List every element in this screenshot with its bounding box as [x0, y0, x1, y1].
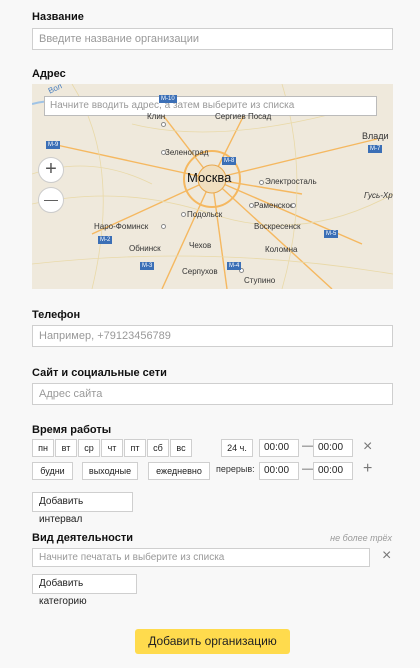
day-thu-button[interactable]: чт	[101, 439, 123, 457]
map-city: Электросталь	[265, 177, 317, 186]
break-label: перерыв:	[216, 464, 255, 474]
time-dash: —	[302, 440, 313, 452]
map-city-dot	[161, 224, 166, 229]
add-break-icon[interactable]: +	[363, 460, 372, 478]
zoom-out-button[interactable]: —	[38, 187, 64, 213]
site-input[interactable]: Адрес сайта	[32, 383, 393, 405]
day-sun-button[interactable]: вс	[170, 439, 192, 457]
site-label: Сайт и социальные сети	[32, 367, 167, 379]
add-interval-button[interactable]: Добавить интервал	[32, 492, 133, 525]
map-city: Раменское	[254, 201, 295, 210]
road-shield: М-4	[227, 262, 242, 270]
map-city-dot	[259, 180, 264, 185]
day-sat-button[interactable]: сб	[147, 439, 169, 457]
zoom-in-button[interactable]: +	[38, 157, 64, 183]
road-shield: М-5	[324, 230, 339, 238]
address-search-input[interactable]: Начните вводить адрес, а затем выберите …	[44, 96, 377, 116]
map-city: Влади	[362, 131, 389, 141]
map-city-dot	[161, 122, 166, 127]
preset-daily-button[interactable]: ежедневно	[148, 462, 210, 480]
map-city-dot	[291, 203, 296, 208]
time-to-input[interactable]: 00:00	[313, 439, 353, 457]
map-city: Чехов	[189, 241, 212, 250]
map-city: Серпухов	[182, 267, 218, 276]
day-tue-button[interactable]: вт	[55, 439, 77, 457]
name-input[interactable]: Введите название организации	[32, 28, 393, 50]
break-to-input[interactable]: 00:00	[313, 462, 353, 480]
map-city: Зеленоград	[165, 148, 209, 157]
phone-label: Телефон	[32, 309, 81, 321]
add-category-button[interactable]: Добавить категорию	[32, 574, 137, 607]
map-city: Воскресенск	[254, 222, 301, 231]
day-fri-button[interactable]: пт	[124, 439, 146, 457]
map-city: Наро-Фоминск	[94, 222, 149, 231]
map-city: Коломна	[265, 245, 298, 254]
preset-weekdays-button[interactable]: будни	[32, 462, 73, 480]
day-mon-button[interactable]: пн	[32, 439, 54, 457]
full-day-button[interactable]: 24 ч.	[221, 439, 253, 457]
map-city: Москва	[187, 170, 232, 185]
road-shield: М-2	[98, 236, 113, 244]
map-city: Гусь-Хр	[364, 191, 393, 200]
phone-input[interactable]: Например, +79123456789	[32, 325, 393, 347]
break-from-input[interactable]: 00:00	[259, 462, 299, 480]
map-city-dot	[181, 212, 186, 217]
hours-label: Время работы	[32, 424, 112, 436]
road-shield: М-7	[368, 145, 383, 153]
map-city-dot	[161, 150, 166, 155]
map[interactable]: Начните вводить адрес, а затем выберите …	[32, 84, 393, 289]
address-label: Адрес	[32, 68, 66, 80]
remove-activity-icon[interactable]: ×	[382, 547, 391, 565]
submit-button[interactable]: Добавить организацию	[135, 629, 290, 654]
road-shield: М-10	[159, 95, 177, 103]
map-city: Сергиев Посад	[215, 112, 272, 121]
activity-limit-note: не более трёх	[330, 533, 392, 543]
break-dash: —	[302, 463, 313, 475]
road-shield: М-3	[140, 262, 155, 270]
preset-weekend-button[interactable]: выходные	[82, 462, 138, 480]
map-city: Клин	[147, 112, 166, 121]
road-shield: М-9	[46, 141, 61, 149]
activity-label: Вид деятельности	[32, 532, 134, 544]
map-city: Обнинск	[129, 244, 161, 253]
activity-input[interactable]: Начните печатать и выберите из списка	[32, 548, 370, 567]
road-shield: М-8	[222, 157, 237, 165]
map-city: Ступино	[244, 276, 276, 285]
day-wed-button[interactable]: ср	[78, 439, 100, 457]
time-from-input[interactable]: 00:00	[259, 439, 299, 457]
name-label: Название	[32, 11, 84, 23]
map-city: Подольск	[187, 210, 223, 219]
map-city-dot	[249, 203, 254, 208]
remove-interval-icon[interactable]: ×	[363, 438, 372, 456]
